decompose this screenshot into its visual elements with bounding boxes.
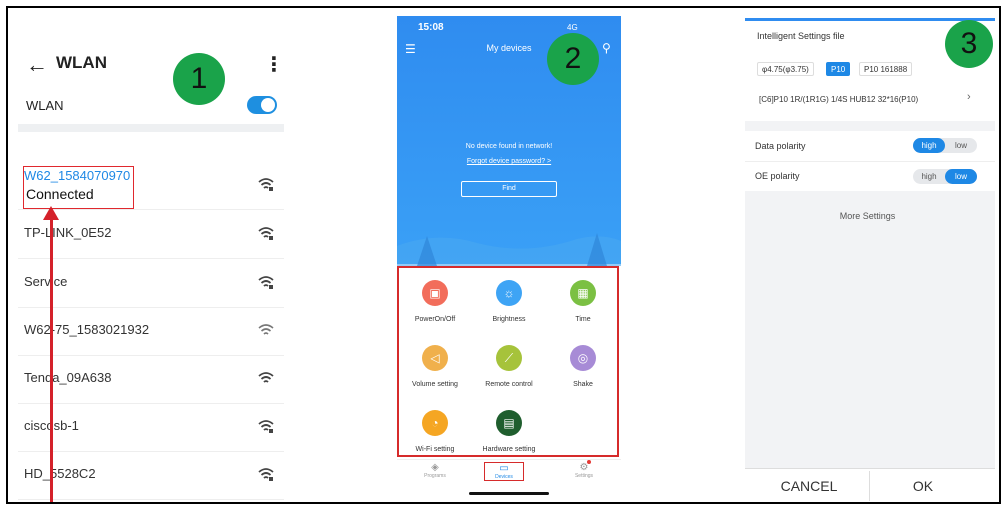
shake-icon: ◎ <box>570 345 596 371</box>
wifi-signal-icon <box>258 372 274 383</box>
tab-label: Settings <box>574 473 594 479</box>
data-polarity-toggle[interactable]: high low <box>913 138 977 153</box>
tab-programs[interactable]: ◈ Programs <box>410 462 460 479</box>
calendar-icon: ▦ <box>570 280 596 306</box>
wifi-signal-icon <box>258 227 274 240</box>
connected-highlight-box <box>23 166 134 209</box>
tile-remote[interactable]: ⟋ Remote control <box>474 345 544 388</box>
wifi-name: Service <box>24 274 68 289</box>
brightness-icon: ☼ <box>496 280 522 306</box>
tile-power[interactable]: ▣ PowerOn/Off <box>400 280 470 323</box>
tile-label: Time <box>575 316 591 323</box>
wifi-row[interactable]: W62-75_1583021932 <box>18 308 284 356</box>
wlan-toggle[interactable] <box>247 96 277 114</box>
step-badge-3: 3 <box>945 20 993 68</box>
ok-button[interactable]: OK <box>863 478 983 494</box>
more-settings-link[interactable]: More Settings <box>745 211 990 221</box>
model-name[interactable]: [C6]P10 1R/(1R1G) 1/4S HUB12 32*16(P10) <box>759 95 918 104</box>
chip-option[interactable]: P10 161888 <box>859 62 913 76</box>
tile-shake[interactable]: ◎ Shake <box>548 345 618 388</box>
remote-icon: ⟋ <box>496 345 522 371</box>
wifi-name: TP-LINK_0E52 <box>24 225 112 240</box>
devices-icon: ▭ <box>499 463 509 474</box>
settings-icon: ⚙ <box>579 462 589 473</box>
option-high[interactable]: high <box>913 138 945 153</box>
wifi-signal-icon <box>258 178 274 191</box>
my-devices-screen: 15:08 4G ☰ My devices ⚲ No device found … <box>397 16 621 500</box>
tile-label: Remote control <box>485 381 533 388</box>
oe-polarity-toggle[interactable]: high low <box>913 169 977 184</box>
page-title: WLAN <box>56 53 107 72</box>
wifi-name: Tenda_09A638 <box>24 370 112 385</box>
option-low[interactable]: low <box>945 169 977 184</box>
tile-hardware[interactable]: ▤ Hardware setting <box>474 410 544 453</box>
tile-time[interactable]: ▦ Time <box>548 280 618 323</box>
oe-polarity-label: OE polarity <box>755 171 800 181</box>
tile-label: Wi-Fi setting <box>415 446 455 453</box>
wlan-screen: ← WLAN ⋮ WLAN W62_1584070970 Connected T… <box>18 16 284 502</box>
arrow-up-icon <box>50 212 53 502</box>
tab-label: Devices <box>495 474 513 480</box>
tile-label: Brightness <box>492 316 526 323</box>
empty-message: No device found in network! <box>465 143 553 150</box>
data-polarity-label: Data polarity <box>755 141 806 151</box>
status-network: 4G <box>567 23 578 32</box>
forgot-password-link[interactable]: Forgot device password? > <box>397 158 621 165</box>
chevron-right-icon[interactable]: › <box>967 91 971 103</box>
dialog-buttons: CANCEL OK <box>745 468 995 502</box>
more-vertical-icon[interactable]: ⋮ <box>264 52 284 77</box>
power-icon: ▣ <box>422 280 448 306</box>
arrow-head <box>43 206 59 220</box>
wlan-toggle-label: WLAN <box>26 98 64 113</box>
wifi-name: W62-75_1583021932 <box>24 322 150 337</box>
wifi-signal-icon <box>258 276 274 289</box>
wifi-row[interactable]: Service <box>18 260 284 308</box>
notification-dot <box>587 460 591 464</box>
divider <box>18 124 284 132</box>
tab-label: Programs <box>424 473 446 479</box>
chip-option-selected[interactable]: P10 <box>826 62 851 76</box>
tab-devices[interactable]: ▭ Devices <box>484 462 524 481</box>
find-button[interactable]: Find <box>461 181 557 197</box>
wifi-row[interactable]: Tenda_09A638 <box>18 356 284 404</box>
cancel-button[interactable]: CANCEL <box>749 478 869 494</box>
tile-label: Volume setting <box>412 381 458 388</box>
wifi-name: HD_5528C2 <box>24 466 96 481</box>
tile-label: Shake <box>573 381 593 388</box>
home-indicator <box>469 492 549 495</box>
step-badge-1: 1 <box>173 53 225 105</box>
tile-volume[interactable]: ◁ Volume setting <box>400 345 470 388</box>
search-icon[interactable]: ⚲ <box>602 41 611 55</box>
status-time: 15:08 <box>418 22 444 33</box>
tile-wifi[interactable]: ◔ Wi-Fi setting <box>400 410 470 453</box>
wifi-icon: ◔ <box>422 410 448 436</box>
tile-label: PowerOn/Off <box>414 316 456 323</box>
wifi-row[interactable]: ciscosb-1 <box>18 404 284 452</box>
intelligent-settings-screen: Intelligent Settings file φ4.75(φ3.75) P… <box>745 18 995 502</box>
step-badge-2: 2 <box>547 33 599 85</box>
programs-icon: ◈ <box>431 462 439 473</box>
wifi-signal-icon <box>258 468 274 481</box>
trees-illustration <box>397 233 621 266</box>
tile-label: Hardware setting <box>482 446 536 453</box>
wifi-signal-icon <box>258 420 274 433</box>
chip-icon: ▤ <box>496 410 522 436</box>
option-low[interactable]: low <box>945 138 977 153</box>
option-high[interactable]: high <box>913 169 945 184</box>
chip-option[interactable]: φ4.75(φ3.75) <box>757 62 814 76</box>
wifi-signal-icon <box>258 324 274 335</box>
tab-settings[interactable]: ⚙ Settings <box>559 462 609 479</box>
tile-brightness[interactable]: ☼ Brightness <box>474 280 544 323</box>
wifi-row[interactable]: HD_5528C2 <box>18 452 284 500</box>
arrow-left-icon[interactable]: ← <box>26 52 48 78</box>
divider <box>745 161 995 162</box>
volume-icon: ◁ <box>422 345 448 371</box>
section-title: Intelligent Settings file <box>757 31 845 41</box>
